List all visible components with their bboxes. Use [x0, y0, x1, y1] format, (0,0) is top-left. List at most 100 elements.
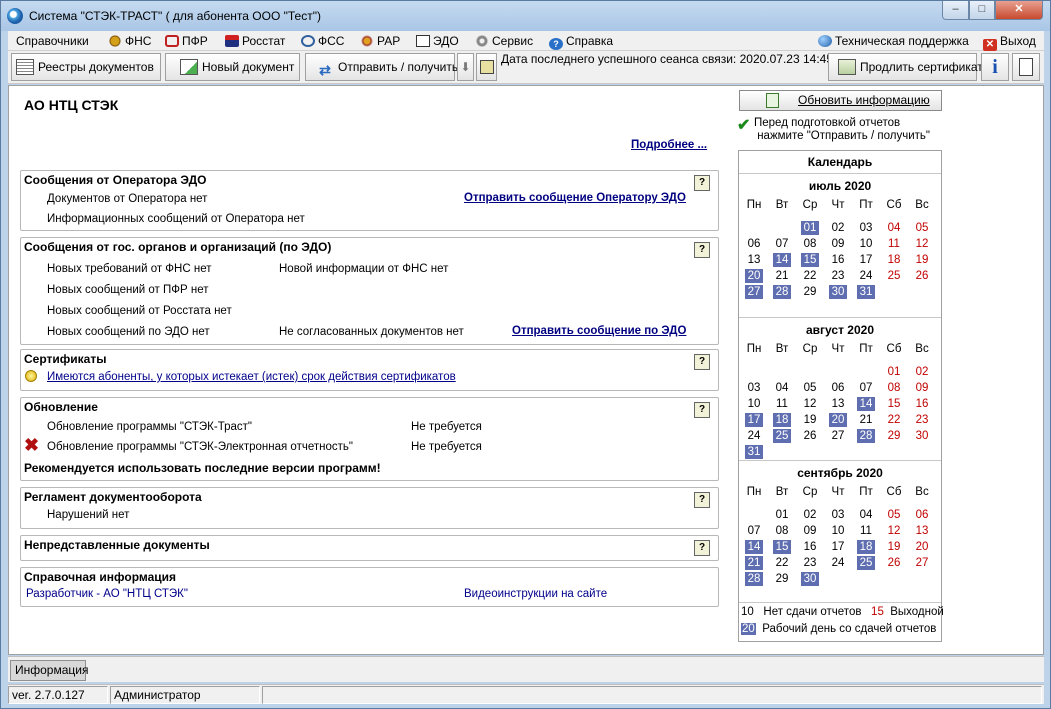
calendar-day[interactable]: 29	[885, 429, 903, 443]
calendar-day[interactable]: 05	[801, 381, 819, 395]
calendar-day[interactable]: 05	[885, 508, 903, 522]
help-icon[interactable]: ?	[694, 402, 710, 418]
help-icon[interactable]: ?	[694, 492, 710, 508]
calendar-day[interactable]: 01	[773, 508, 791, 522]
extend-certificate-button[interactable]: Продлить сертификат	[828, 53, 983, 81]
calendar-day[interactable]: 15	[801, 253, 819, 267]
calendar-day[interactable]: 26	[801, 429, 819, 443]
menu-tech-support[interactable]: Техническая поддержка	[818, 33, 969, 49]
menu-fss[interactable]: ФСС	[301, 33, 344, 49]
calendar-day[interactable]: 27	[913, 556, 931, 570]
menu-spravochniki[interactable]: Справочники	[16, 33, 89, 49]
calendar-day[interactable]: 17	[829, 540, 847, 554]
calendar-day[interactable]: 10	[829, 524, 847, 538]
calendar-day[interactable]: 29	[773, 572, 791, 586]
calendar-day[interactable]: 31	[857, 285, 875, 299]
calendar-day[interactable]: 24	[857, 269, 875, 283]
calendar-day[interactable]: 21	[745, 556, 763, 570]
calendar-day[interactable]: 26	[885, 556, 903, 570]
calendar-day[interactable]: 19	[913, 253, 931, 267]
calendar-day[interactable]: 21	[857, 413, 875, 427]
video-instructions-link[interactable]: Видеоинструкции на сайте	[464, 588, 607, 600]
calendar-day[interactable]: 07	[857, 381, 875, 395]
calendar-day[interactable]: 18	[857, 540, 875, 554]
calendar-day[interactable]: 02	[913, 365, 931, 379]
menu-rosstat[interactable]: Росстат	[225, 33, 285, 49]
calendar-day[interactable]: 09	[801, 524, 819, 538]
calendar-day[interactable]: 22	[885, 413, 903, 427]
info-button[interactable]: i	[981, 53, 1009, 81]
help-icon[interactable]: ?	[694, 354, 710, 370]
calendar-day[interactable]: 04	[773, 381, 791, 395]
menu-service[interactable]: Сервис	[475, 33, 533, 49]
calendar-day[interactable]: 22	[773, 556, 791, 570]
calendar-day[interactable]: 20	[913, 540, 931, 554]
expiring-certificates-link[interactable]: Имеются абоненты, у которых истекает (ис…	[47, 371, 456, 383]
menu-help[interactable]: ? Справка	[549, 33, 613, 50]
calendar-day[interactable]: 06	[745, 237, 763, 251]
minimize-button[interactable]: –	[942, 1, 969, 20]
calendar-day[interactable]: 12	[885, 524, 903, 538]
calendar-day[interactable]: 31	[745, 445, 763, 459]
refresh-info-button[interactable]: Обновить информацию	[739, 90, 942, 111]
calendar-day[interactable]: 16	[829, 253, 847, 267]
calendar-day[interactable]: 16	[801, 540, 819, 554]
help-icon[interactable]: ?	[694, 175, 710, 191]
calendar-day[interactable]: 23	[801, 556, 819, 570]
archive-button[interactable]	[476, 53, 497, 81]
calendar-day[interactable]: 15	[885, 397, 903, 411]
calendar-day[interactable]: 12	[913, 237, 931, 251]
calendar-day[interactable]: 05	[913, 221, 931, 235]
send-to-operator-link[interactable]: Отправить сообщение Оператору ЭДО	[464, 192, 686, 204]
calendar-day[interactable]: 23	[829, 269, 847, 283]
menu-edo[interactable]: ЭДО	[416, 33, 459, 49]
calendar-day[interactable]: 01	[885, 365, 903, 379]
calendar-day[interactable]: 27	[829, 429, 847, 443]
calendar-day[interactable]: 02	[829, 221, 847, 235]
calendar-day[interactable]: 11	[773, 397, 791, 411]
calendar-day[interactable]: 01	[801, 221, 819, 235]
help-icon[interactable]: ?	[694, 242, 710, 258]
calendar-day[interactable]: 12	[801, 397, 819, 411]
calendar-day[interactable]: 20	[829, 413, 847, 427]
calendar-day[interactable]: 19	[885, 540, 903, 554]
calendar-day[interactable]: 28	[773, 285, 791, 299]
menu-exit[interactable]: ✕ Выход	[983, 33, 1036, 51]
calendar-day[interactable]: 25	[857, 556, 875, 570]
calendar-day[interactable]: 19	[801, 413, 819, 427]
calendar-day[interactable]: 16	[913, 397, 931, 411]
send-edo-message-link[interactable]: Отправить сообщение по ЭДО	[512, 325, 686, 337]
menu-rar[interactable]: РАР	[360, 33, 400, 49]
calendar-day[interactable]: 30	[829, 285, 847, 299]
registries-button[interactable]: Реестры документов	[11, 53, 161, 81]
calendar-day[interactable]: 25	[773, 429, 791, 443]
calendar-day[interactable]: 08	[885, 381, 903, 395]
maximize-button[interactable]: □	[969, 1, 995, 20]
calendar-day[interactable]: 09	[913, 381, 931, 395]
send-receive-button[interactable]: ⇄ Отправить / получить	[305, 53, 458, 81]
calendar-day[interactable]: 29	[801, 285, 819, 299]
calendar-day[interactable]: 04	[857, 508, 875, 522]
calendar-day[interactable]: 11	[885, 237, 903, 251]
calendar-day[interactable]: 09	[829, 237, 847, 251]
calendar-day[interactable]: 02	[801, 508, 819, 522]
more-details-link[interactable]: Подробнее ...	[631, 139, 707, 151]
calendar-day[interactable]: 03	[745, 381, 763, 395]
calendar-day[interactable]: 23	[913, 413, 931, 427]
calendar-day[interactable]: 21	[773, 269, 791, 283]
calendar-day[interactable]: 15	[773, 540, 791, 554]
calendar-day[interactable]: 24	[745, 429, 763, 443]
developer-link[interactable]: Разработчик - АО "НТЦ СТЭК"	[26, 588, 188, 600]
menu-fns[interactable]: ФНС	[108, 33, 151, 49]
calendar-day[interactable]: 13	[745, 253, 763, 267]
calendar-day[interactable]: 07	[745, 524, 763, 538]
pdf-button[interactable]	[1012, 53, 1040, 81]
calendar-day[interactable]: 04	[885, 221, 903, 235]
calendar-day[interactable]: 28	[857, 429, 875, 443]
calendar-day[interactable]: 10	[857, 237, 875, 251]
calendar-day[interactable]: 13	[913, 524, 931, 538]
tab-information[interactable]: Информация	[10, 660, 88, 681]
close-window-button[interactable]: ✕	[995, 1, 1043, 20]
calendar-day[interactable]: 26	[913, 269, 931, 283]
calendar-day[interactable]: 25	[885, 269, 903, 283]
